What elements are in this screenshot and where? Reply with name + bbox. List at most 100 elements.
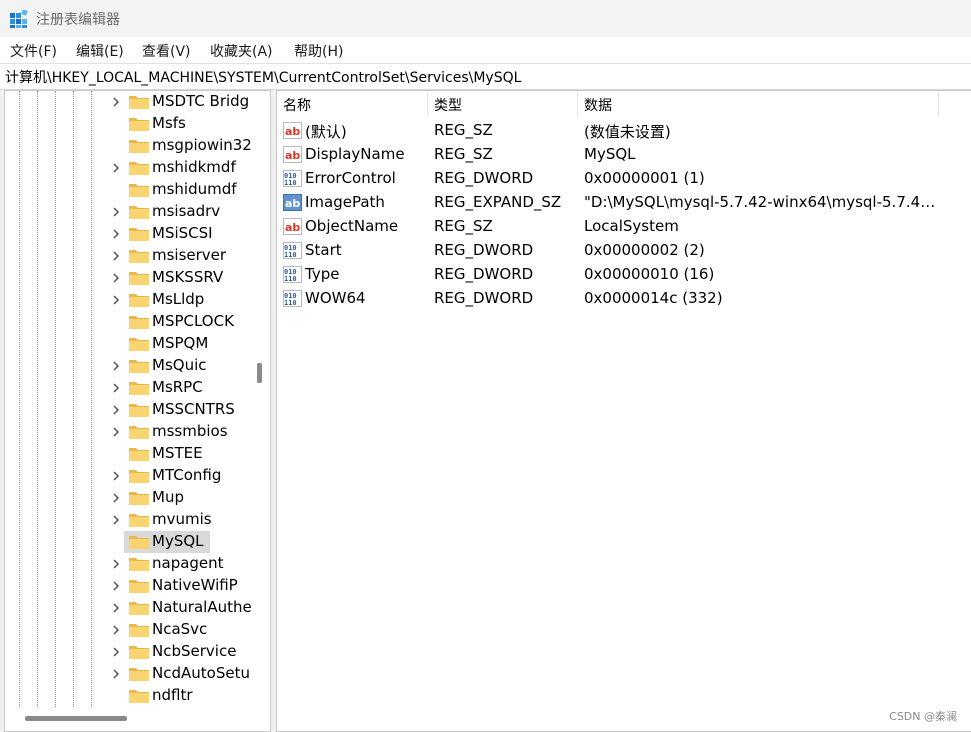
chevron-right-icon[interactable]	[109, 645, 123, 659]
folder-icon	[129, 492, 149, 505]
value-row[interactable]: ab ImagePath REG_EXPAND_SZ "D:\MySQL\mysql-…	[277, 191, 971, 215]
column-header-data[interactable]: 数据	[578, 91, 938, 117]
tree-item[interactable]: MsQuic	[5, 355, 250, 377]
value-name: ObjectName	[305, 217, 399, 235]
chevron-right-icon[interactable]	[109, 271, 123, 285]
tree-item[interactable]: msgpiowin32	[5, 135, 252, 157]
folder-icon	[129, 206, 149, 219]
value-data: 0x00000001 (1)	[584, 169, 705, 187]
column-header-name[interactable]: 名称	[277, 91, 427, 117]
folder-icon	[129, 228, 149, 241]
chevron-right-icon[interactable]	[109, 161, 123, 175]
menu-help[interactable]: 帮助(H)	[294, 41, 343, 61]
tree-item[interactable]: NativeWifiP	[5, 575, 250, 597]
tree-item[interactable]: MSPCLOCK	[5, 311, 250, 333]
tree-item[interactable]: MTConfig	[5, 465, 250, 487]
tree-horizontal-scrollbar[interactable]	[25, 716, 127, 721]
tree-item[interactable]: NaturalAuthe	[5, 597, 252, 619]
chevron-right-icon[interactable]	[109, 491, 123, 505]
folder-icon	[129, 162, 149, 175]
values-pane[interactable]: 名称 类型 数据 ab (默认) REG_SZ (数值未设置) ab DisplayNam…	[276, 90, 971, 732]
folder-icon	[129, 668, 149, 681]
tree-item[interactable]: MSSCNTRS	[5, 399, 250, 421]
chevron-right-icon[interactable]	[109, 249, 123, 263]
tree-item-label: napagent	[152, 554, 224, 572]
menu-file[interactable]: 文件(F)	[10, 41, 57, 61]
tree-item-label: mssmbios	[152, 422, 228, 440]
svg-text:ab: ab	[285, 221, 300, 234]
key-tree-pane[interactable]: MSDTC Bridg Msfs msgpiowin32 mshidkmdf mshid…	[4, 90, 271, 732]
chevron-right-icon[interactable]	[109, 579, 123, 593]
window-title: 注册表编辑器	[36, 12, 120, 28]
tree-item[interactable]: Mup	[5, 487, 250, 509]
tree-item[interactable]: MySQL	[5, 531, 250, 553]
string-value-icon: ab	[283, 122, 302, 139]
string-value-icon: ab	[283, 146, 302, 163]
chevron-right-icon[interactable]	[109, 425, 123, 439]
folder-icon	[129, 338, 149, 351]
tree-item[interactable]: msisadrv	[5, 201, 250, 223]
menu-edit[interactable]: 编辑(E)	[76, 41, 124, 61]
chevron-right-icon[interactable]	[109, 403, 123, 417]
tree-item[interactable]: Msfs	[5, 113, 250, 135]
chevron-right-icon[interactable]	[109, 95, 123, 109]
tree-item[interactable]: mvumis	[5, 509, 250, 531]
folder-icon	[129, 140, 149, 153]
tree-item-label: msgpiowin32	[152, 136, 252, 154]
binary-value-icon: 010110	[283, 170, 302, 187]
chevron-right-icon[interactable]	[109, 623, 123, 637]
value-row[interactable]: 010 110 ErrorControl REG_DWORD 0x00000001 (1…	[277, 167, 971, 191]
tree-item[interactable]: MsRPC	[5, 377, 250, 399]
chevron-right-icon[interactable]	[109, 469, 123, 483]
value-type: REG_DWORD	[434, 265, 534, 283]
chevron-right-icon[interactable]	[109, 293, 123, 307]
tree-item-label: MsLldp	[152, 290, 205, 308]
tree-item-label: MSDTC Bridg	[152, 92, 250, 110]
tree-item[interactable]: mshidkmdf	[5, 157, 250, 179]
chevron-right-icon[interactable]	[109, 513, 123, 527]
tree-item[interactable]: NcaSvc	[5, 619, 250, 641]
chevron-right-icon[interactable]	[109, 557, 123, 571]
column-header-type[interactable]: 类型	[428, 91, 578, 117]
tree-item[interactable]: NcbService	[5, 641, 250, 663]
tree-item[interactable]: ndfltr	[5, 685, 250, 707]
chevron-right-icon[interactable]	[109, 227, 123, 241]
tree-item[interactable]: MSKSSRV	[5, 267, 250, 289]
column-divider[interactable]	[938, 91, 939, 117]
chevron-right-icon[interactable]	[109, 205, 123, 219]
value-row[interactable]: 010 110 Start REG_DWORD 0x00000002 (2)	[277, 239, 971, 263]
chevron-right-icon[interactable]	[109, 359, 123, 373]
menu-view[interactable]: 查看(V)	[142, 41, 191, 61]
value-row[interactable]: 010 110 WOW64 REG_DWORD 0x0000014c (332)	[277, 287, 971, 311]
tree-item[interactable]: mshidumdf	[5, 179, 250, 201]
tree-item-label: MSPCLOCK	[152, 312, 234, 330]
chevron-right-icon[interactable]	[109, 667, 123, 681]
tree-item[interactable]: MsLldp	[5, 289, 250, 311]
tree-item[interactable]: MSDTC Bridg	[5, 91, 250, 113]
tree-item[interactable]: NcdAutoSetu	[5, 663, 250, 685]
value-row[interactable]: 010 110 Type REG_DWORD 0x00000010 (16)	[277, 263, 971, 287]
value-type: REG_SZ	[434, 121, 493, 139]
chevron-right-icon[interactable]	[109, 601, 123, 615]
tree-item-label: NcdAutoSetu	[152, 664, 250, 682]
folder-icon	[129, 536, 149, 549]
tree-item[interactable]: mssmbios	[5, 421, 250, 443]
value-row[interactable]: ab DisplayName REG_SZ MySQL	[277, 143, 971, 167]
tree-item-label: MSSCNTRS	[152, 400, 235, 418]
value-row[interactable]: ab (默认) REG_SZ (数值未设置)	[277, 119, 971, 143]
address-bar[interactable]: 计算机\HKEY_LOCAL_MACHINE\SYSTEM\CurrentCon…	[0, 63, 971, 90]
title-bar: 注册表编辑器	[0, 0, 971, 37]
tree-item[interactable]: napagent	[5, 553, 250, 575]
tree-item-label: ndfltr	[152, 686, 193, 704]
folder-icon	[129, 250, 149, 263]
value-row[interactable]: ab ObjectName REG_SZ LocalSystem	[277, 215, 971, 239]
menu-favorites[interactable]: 收藏夹(A)	[210, 41, 273, 61]
value-name: ErrorControl	[305, 169, 396, 187]
tree-item-label: mshidumdf	[152, 180, 237, 198]
chevron-right-icon[interactable]	[109, 381, 123, 395]
tree-item[interactable]: msiserver	[5, 245, 250, 267]
tree-item[interactable]: MSiSCSI	[5, 223, 250, 245]
tree-item[interactable]: MSTEE	[5, 443, 250, 465]
tree-item[interactable]: MSPQM	[5, 333, 250, 355]
tree-vertical-scrollbar[interactable]	[257, 363, 262, 383]
